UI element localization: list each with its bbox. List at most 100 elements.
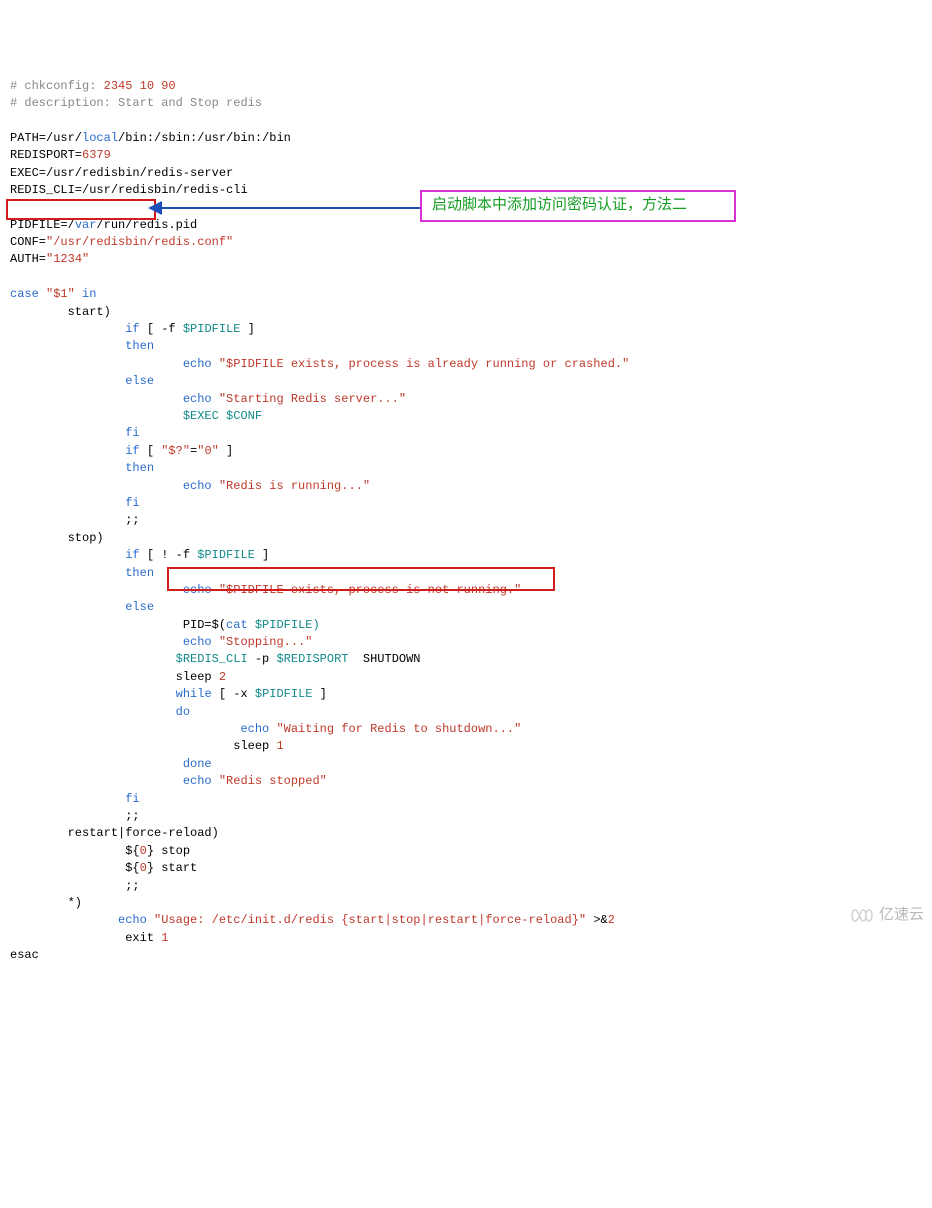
- code-text: "Waiting for Redis to shutdown...": [269, 722, 521, 736]
- code-text: [10, 374, 125, 388]
- code-text: exit: [10, 931, 161, 945]
- code-text: [10, 757, 183, 771]
- code-text: fi: [125, 496, 139, 510]
- code-text: # description: Start and Stop redis: [10, 96, 262, 110]
- code-text: [10, 792, 125, 806]
- code-text: PATH=/usr/: [10, 131, 82, 145]
- code-text: var: [75, 218, 97, 232]
- code-text: [10, 652, 176, 666]
- code-text: else: [125, 374, 154, 388]
- code-text: case: [10, 287, 39, 301]
- code-text: [10, 426, 125, 440]
- code-text: ;;: [10, 809, 140, 823]
- code-text: "$1": [39, 287, 82, 301]
- code-block: # chkconfig: 2345 10 90 # description: S…: [10, 78, 922, 965]
- code-text: } stop: [147, 844, 190, 858]
- code-text: [10, 392, 183, 406]
- code-text: then: [125, 566, 154, 580]
- code-text: restart|force-reload): [10, 826, 219, 840]
- code-text: "Redis is running...": [212, 479, 370, 493]
- code-text: [ -f: [140, 322, 183, 336]
- code-text: in: [82, 287, 96, 301]
- code-text: 2345 10 90: [96, 79, 175, 93]
- code-text: $EXEC: [183, 409, 219, 423]
- code-text: [10, 705, 176, 719]
- code-text: 1: [276, 739, 283, 753]
- code-text: ]: [219, 444, 233, 458]
- code-text: AUTH=: [10, 252, 46, 266]
- code-text: [10, 322, 125, 336]
- code-text: "Usage: /etc/init.d/redis {start|stop|re…: [147, 913, 586, 927]
- code-text: sleep: [10, 670, 219, 684]
- code-text: [ ! -f: [140, 548, 198, 562]
- code-text: echo: [240, 722, 269, 736]
- code-text: "Starting Redis server...": [212, 392, 406, 406]
- code-text: while: [176, 687, 212, 701]
- code-text: ${: [10, 844, 140, 858]
- code-text: ;;: [10, 513, 140, 527]
- code-text: else: [125, 600, 154, 614]
- code-text: echo: [183, 357, 212, 371]
- code-text: $PIDFILE: [183, 322, 241, 336]
- code-text: "Stopping...": [212, 635, 313, 649]
- code-text: 6379: [82, 148, 111, 162]
- code-text: [10, 357, 183, 371]
- code-text: echo: [118, 913, 147, 927]
- code-text: if: [125, 548, 139, 562]
- code-text: $PIDFILE: [255, 687, 313, 701]
- code-text: [10, 461, 125, 475]
- code-text: REDISPORT=: [10, 148, 82, 162]
- code-text: $PIDFILE: [197, 548, 255, 562]
- code-text: [ -x: [212, 687, 255, 701]
- code-text: esac: [10, 948, 39, 962]
- code-text: -p: [248, 652, 277, 666]
- code-text: if: [125, 322, 139, 336]
- code-text: done: [183, 757, 212, 771]
- code-text: [10, 583, 183, 597]
- code-text: $CONF: [219, 409, 262, 423]
- code-text: then: [125, 339, 154, 353]
- code-text: 0: [140, 861, 147, 875]
- code-text: EXEC=/usr/redisbin/redis-server: [10, 166, 233, 180]
- code-text: ${: [10, 861, 140, 875]
- code-text: [10, 687, 176, 701]
- code-text: $PIDFILE): [248, 618, 320, 632]
- code-text: ]: [312, 687, 326, 701]
- code-text: echo: [183, 479, 212, 493]
- code-text: [10, 409, 183, 423]
- code-text: [10, 444, 125, 458]
- code-text: [10, 600, 125, 614]
- code-text: 1: [161, 931, 168, 945]
- code-text: "/usr/redisbin/redis.conf": [46, 235, 233, 249]
- code-text: do: [176, 705, 190, 719]
- code-text: then: [125, 461, 154, 475]
- code-text: [10, 548, 125, 562]
- code-text: 2: [219, 670, 226, 684]
- code-text: [10, 566, 125, 580]
- code-text: PIDFILE=/: [10, 218, 75, 232]
- code-text: [10, 913, 118, 927]
- code-text: cat: [226, 618, 248, 632]
- code-text: CONF=: [10, 235, 46, 249]
- code-text: ]: [240, 322, 254, 336]
- code-text: [: [140, 444, 162, 458]
- code-text: stop): [10, 531, 104, 545]
- code-text: 0: [140, 844, 147, 858]
- code-text: } start: [147, 861, 197, 875]
- code-text: >&: [586, 913, 608, 927]
- code-text: [10, 496, 125, 510]
- code-text: *): [10, 896, 82, 910]
- code-text: fi: [125, 426, 139, 440]
- code-text: [10, 774, 183, 788]
- code-text: "$PIDFILE exists, process is already run…: [212, 357, 630, 371]
- code-text: start): [10, 305, 111, 319]
- code-text: [10, 635, 183, 649]
- code-text: $REDISPORT: [276, 652, 348, 666]
- code-text: echo: [183, 392, 212, 406]
- code-text: [10, 722, 240, 736]
- code-text: # chkconfig:: [10, 79, 96, 93]
- code-text: echo: [183, 774, 212, 788]
- code-text: echo: [183, 583, 212, 597]
- code-text: sleep: [10, 739, 276, 753]
- code-text: [10, 479, 183, 493]
